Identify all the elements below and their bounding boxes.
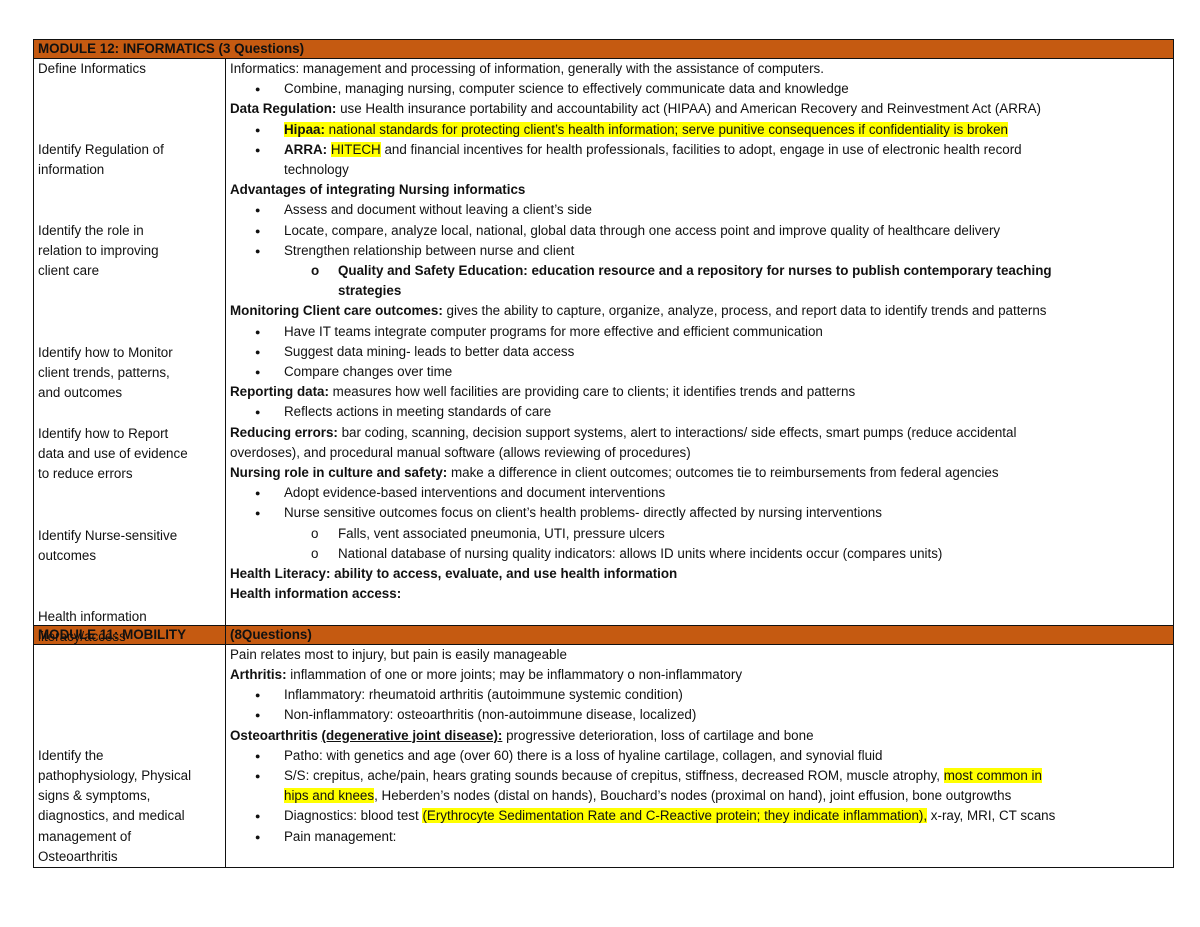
pain-line: Pain relates most to injury, but pain is… — [230, 646, 567, 662]
arthritis-bullet: Inflammatory: rheumatoid arthritis (auto… — [230, 685, 1169, 705]
monitoring-bullet: Compare changes over time — [230, 362, 1169, 382]
arthritis-bullet: Non-inflammatory: osteoarthritis (non-au… — [230, 705, 1169, 725]
informatics-definition: Informatics: management and processing o… — [230, 61, 824, 76]
module-12-content: Informatics: management and processing o… — [225, 58, 1174, 626]
informatics-bullet: Combine, managing nursing, computer scie… — [230, 79, 1169, 99]
study-guide-table: MODULE 12: INFORMATICS (3 Questions) Def… — [33, 39, 1174, 868]
qse-subbullet: Quality and Safety Education: education … — [230, 261, 1169, 281]
nursing-role-subbullet: National database of nursing quality ind… — [230, 544, 1169, 564]
health-literacy: Health Literacy: ability to access, eval… — [230, 566, 678, 582]
module-12-header-row: MODULE 12: INFORMATICS (3 Questions) — [33, 39, 1174, 59]
module-11-topics: Identify the pathophysiology, Physical s… — [33, 643, 226, 868]
monitoring-bullet: Suggest data mining- leads to better dat… — [230, 342, 1169, 362]
nursing-role-subbullet: Falls, vent associated pneumonia, UTI, p… — [230, 524, 1169, 544]
topic-nurse-sensitive-outcomes: Identify Nurse-sensitive outcomes — [38, 528, 178, 564]
monitoring-bullet: Have IT teams integrate computer program… — [230, 322, 1169, 342]
topic-osteoarthritis: Identify the pathophysiology, Physical s… — [38, 747, 192, 864]
topic-report-data: Identify how to Report data and use of e… — [38, 426, 188, 482]
qse-subbullet-cont: strategies — [338, 283, 402, 299]
patho-bullet: Patho: with genetics and age (over 60) t… — [230, 746, 1169, 766]
arra-bullet: ARRA: HITECH and financial incentives fo… — [230, 140, 1169, 160]
monitoring-outcomes: Monitoring Client care outcomes: gives t… — [230, 303, 1047, 319]
module-11-content: Pain relates most to injury, but pain is… — [225, 643, 1174, 868]
topic-role-improving-care: Identify the role in relation to improvi… — [38, 223, 159, 279]
advantages-heading: Advantages of integrating Nursing inform… — [230, 182, 526, 198]
reducing-errors-cont: overdoses), and procedural manual softwa… — [230, 444, 691, 460]
signs-symptoms-bullet-cont: hips and knees, Heberden’s nodes (distal… — [284, 788, 1012, 804]
module-12-header: MODULE 12: INFORMATICS (3 Questions) — [33, 39, 1174, 59]
nursing-role: Nursing role in culture and safety: make… — [230, 465, 999, 481]
topic-regulation: Identify Regulation of information — [38, 142, 164, 178]
arra-bullet-cont: technology — [284, 162, 349, 178]
topic-health-literacy: Health information literacy/access — [38, 609, 147, 645]
nursing-role-bullet: Adopt evidence-based interventions and d… — [230, 483, 1169, 503]
signs-symptoms-bullet: S/S: crepitus, ache/pain, hears grating … — [230, 766, 1169, 786]
arthritis-definition: Arthritis: inflammation of one or more j… — [230, 666, 743, 682]
document-page: MODULE 12: INFORMATICS (3 Questions) Def… — [33, 39, 1174, 868]
advantages-bullet: Assess and document without leaving a cl… — [230, 200, 1169, 220]
diagnostics-bullet: Diagnostics: blood test (Erythrocyte Sed… — [230, 806, 1169, 826]
hipaa-bullet: Hipaa: national standards for protecting… — [230, 120, 1169, 140]
module-11-body-row: Identify the pathophysiology, Physical s… — [33, 643, 1174, 868]
osteoarthritis-definition: Osteoarthritis (degenerative joint disea… — [230, 727, 814, 743]
nursing-role-bullet: Nurse sensitive outcomes focus on client… — [230, 503, 1169, 523]
reducing-errors: Reducing errors: bar coding, scanning, d… — [230, 424, 1017, 440]
health-info-access: Health information access: — [230, 586, 402, 602]
data-regulation: Data Regulation: use Health insurance po… — [230, 101, 1041, 117]
advantages-bullet: Strengthen relationship between nurse an… — [230, 241, 1169, 261]
topic-define-informatics: Define Informatics — [38, 61, 146, 76]
module-11-question-count: (8Questions) — [225, 624, 1174, 645]
module-12-body-row: Define Informatics Identify Regulation o… — [33, 58, 1174, 644]
reporting-data: Reporting data: measures how well facili… — [230, 384, 856, 400]
module-12-topics: Define Informatics Identify Regulation o… — [33, 58, 226, 644]
advantages-bullet: Locate, compare, analyze local, national… — [230, 221, 1169, 241]
reporting-bullet: Reflects actions in meeting standards of… — [230, 402, 1169, 422]
topic-monitor-trends: Identify how to Monitor client trends, p… — [38, 345, 173, 401]
pain-management-bullet: Pain management: — [230, 827, 1169, 847]
